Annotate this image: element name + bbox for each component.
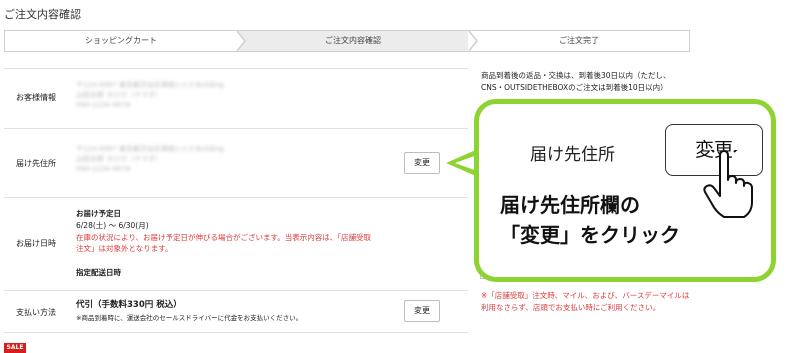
customer-info-label: お客様情報	[16, 93, 56, 102]
delivery-heading: お届け予定日	[76, 209, 121, 218]
callout-instruction-line1: 届け先住所欄の	[500, 193, 640, 217]
delivery-dates: 6/28(土) 〜 6/30(月)	[76, 221, 149, 230]
shipping-address-blurred: 〒123-4567 東京都渋谷区神南1-2-3 Building 山田太郎 タロウ…	[76, 145, 224, 173]
shipping-change-button[interactable]: 変更	[404, 152, 440, 174]
payment-change-button[interactable]: 変更	[404, 300, 440, 322]
payment-method-value: 代引（手数料330円 税込）	[76, 300, 182, 310]
return-policy-note: 商品到着後の返品・交換は、到着後30日以内（ただし、CNS・OUTSIDETHE…	[481, 71, 671, 92]
callout-address-label: 届け先住所	[530, 145, 615, 165]
sale-badge: SALE	[4, 343, 26, 353]
delivery-notice: 在庫の状況により、お届け予定日が伸びる場合がございます。当表示内容は、「店舗受取…	[76, 233, 372, 253]
pointer-hand-icon	[703, 150, 753, 218]
specified-delivery-label: 指定配送日時	[76, 268, 121, 277]
store-pickup-note: ※「店舗受取」注文時、マイル、および、バースデーマイルは利用なさらず、店頭でお支…	[481, 291, 690, 312]
step-confirm: ご注文内容確認	[325, 36, 381, 45]
callout-instruction-line2: 「変更」をクリック	[500, 223, 680, 247]
checkout-steps: ショッピングカート ご注文内容確認 ご注文完了	[4, 30, 690, 52]
shipping-address-label: 届け先住所	[16, 159, 56, 168]
page-title: ご注文内容確認	[4, 8, 81, 21]
delivery-datetime-label: お届け日時	[16, 239, 56, 248]
step-cart: ショッピングカート	[85, 36, 157, 45]
customer-info-blurred: 〒123-4567 東京都渋谷区神南1-2-3 Building 山田太郎 タロウ…	[76, 81, 224, 109]
callout-instruction: 届け先住所欄の 「変更」をクリック	[500, 190, 680, 250]
step-complete: ご注文完了	[559, 36, 599, 45]
payment-method-label: 支払い方法	[16, 308, 56, 317]
payment-note: ※商品到着時に、運送会社のセールスドライバーに代金をお支払いください。	[76, 314, 303, 322]
